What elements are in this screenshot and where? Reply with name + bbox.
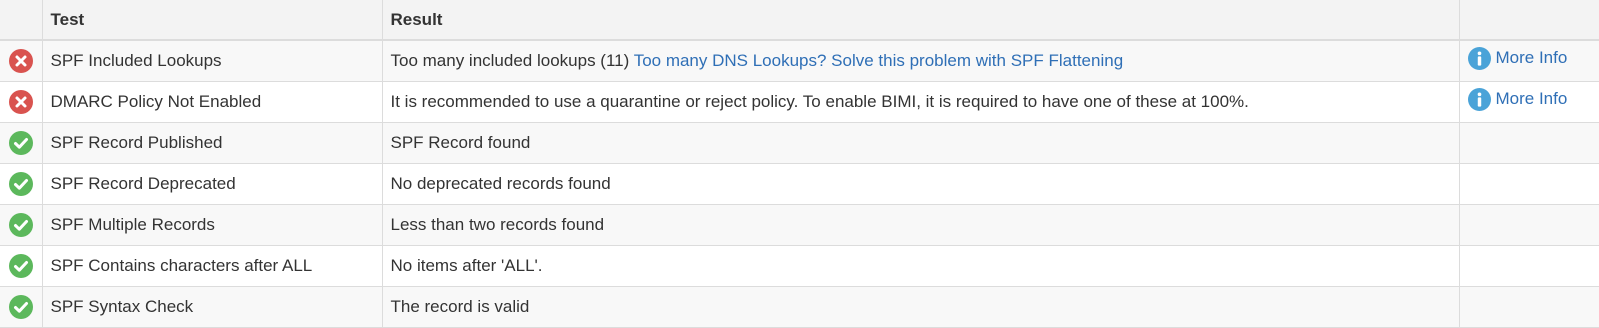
- info-circle-icon: [1467, 46, 1491, 70]
- status-cell: [0, 81, 43, 123]
- test-name-cell: SPF Syntax Check: [42, 286, 383, 328]
- test-column-header[interactable]: Test: [42, 0, 383, 41]
- result-text: No deprecated records found: [390, 173, 611, 193]
- check-circle-icon: [8, 253, 33, 278]
- status-cell: [0, 245, 43, 287]
- info-column-header: [1459, 0, 1599, 41]
- result-cell: The record is valid: [382, 286, 1460, 328]
- info-cell: [1459, 204, 1599, 246]
- more-info-label: More Info: [1495, 48, 1568, 68]
- status-cell: [0, 40, 43, 82]
- more-info-link[interactable]: More Info: [1467, 46, 1568, 70]
- test-name-cell: SPF Multiple Records: [42, 204, 383, 246]
- result-text: No items after 'ALL'.: [390, 255, 543, 275]
- result-cell: Too many included lookups (11) Too many …: [382, 40, 1460, 82]
- check-circle-icon: [8, 130, 33, 155]
- status-cell: [0, 204, 43, 246]
- result-text: Less than two records found: [390, 214, 605, 234]
- check-circle-icon: [8, 171, 33, 196]
- table-row: SPF Record Published SPF Record found: [0, 122, 1599, 164]
- table-row: SPF Record Deprecated No deprecated recor…: [0, 163, 1599, 205]
- table-row: SPF Contains characters after ALL No item…: [0, 245, 1599, 287]
- more-info-label: More Info: [1495, 89, 1568, 108]
- table-row: SPF Syntax Check The record is valid: [0, 286, 1599, 328]
- x-circle-icon: [8, 48, 33, 73]
- result-cell: No deprecated records found: [382, 163, 1460, 205]
- status-cell: [0, 163, 43, 205]
- more-info-link[interactable]: More Info: [1467, 87, 1568, 111]
- result-cell: Less than two records found: [382, 204, 1460, 246]
- test-name-cell: SPF Included Lookups: [42, 40, 383, 82]
- check-circle-icon: [8, 212, 33, 237]
- status-cell: [0, 286, 43, 328]
- check-circle-icon: [8, 294, 33, 319]
- table-row: SPF Included Lookups Too many included lo…: [0, 40, 1599, 82]
- result-cell: No items after 'ALL'.: [382, 245, 1460, 287]
- info-cell: More Info: [1459, 40, 1599, 82]
- result-text: SPF Record found: [390, 132, 531, 152]
- result-text: The record is valid: [390, 296, 530, 316]
- test-name-cell: SPF Contains characters after ALL: [42, 245, 383, 287]
- test-name-cell: SPF Record Deprecated: [42, 163, 383, 205]
- test-name-cell: SPF Record Published: [42, 122, 383, 164]
- table-row: SPF Multiple Records Less than two record…: [0, 204, 1599, 246]
- header-row: Test Result: [0, 0, 1599, 41]
- test-name-cell: DMARC Policy Not Enabled: [42, 81, 383, 123]
- spf-flattening-link[interactable]: Too many DNS Lookups? Solve this problem…: [634, 51, 1123, 70]
- info-cell: More Info: [1459, 81, 1599, 123]
- info-cell: [1459, 163, 1599, 205]
- result-text: Too many included lookups (11): [390, 50, 630, 70]
- info-cell: [1459, 245, 1599, 287]
- status-column-header: [0, 0, 43, 41]
- info-circle-icon: [1467, 87, 1491, 111]
- result-cell: It is recommended to use a quarantine or…: [382, 81, 1460, 123]
- result-text: It is recommended to use a quarantine or…: [390, 91, 1249, 111]
- status-cell: [0, 122, 43, 164]
- result-column-header[interactable]: Result: [382, 0, 1460, 41]
- info-cell: [1459, 286, 1599, 328]
- result-cell: SPF Record found: [382, 122, 1460, 164]
- x-circle-icon: [8, 89, 33, 114]
- results-table: Test Result SPF Included Lookups Too many…: [0, 0, 1599, 328]
- table-row: DMARC Policy Not Enabled It is recommende…: [0, 81, 1599, 123]
- info-cell: [1459, 122, 1599, 164]
- results-body: SPF Included Lookups Too many included lo…: [0, 40, 1599, 328]
